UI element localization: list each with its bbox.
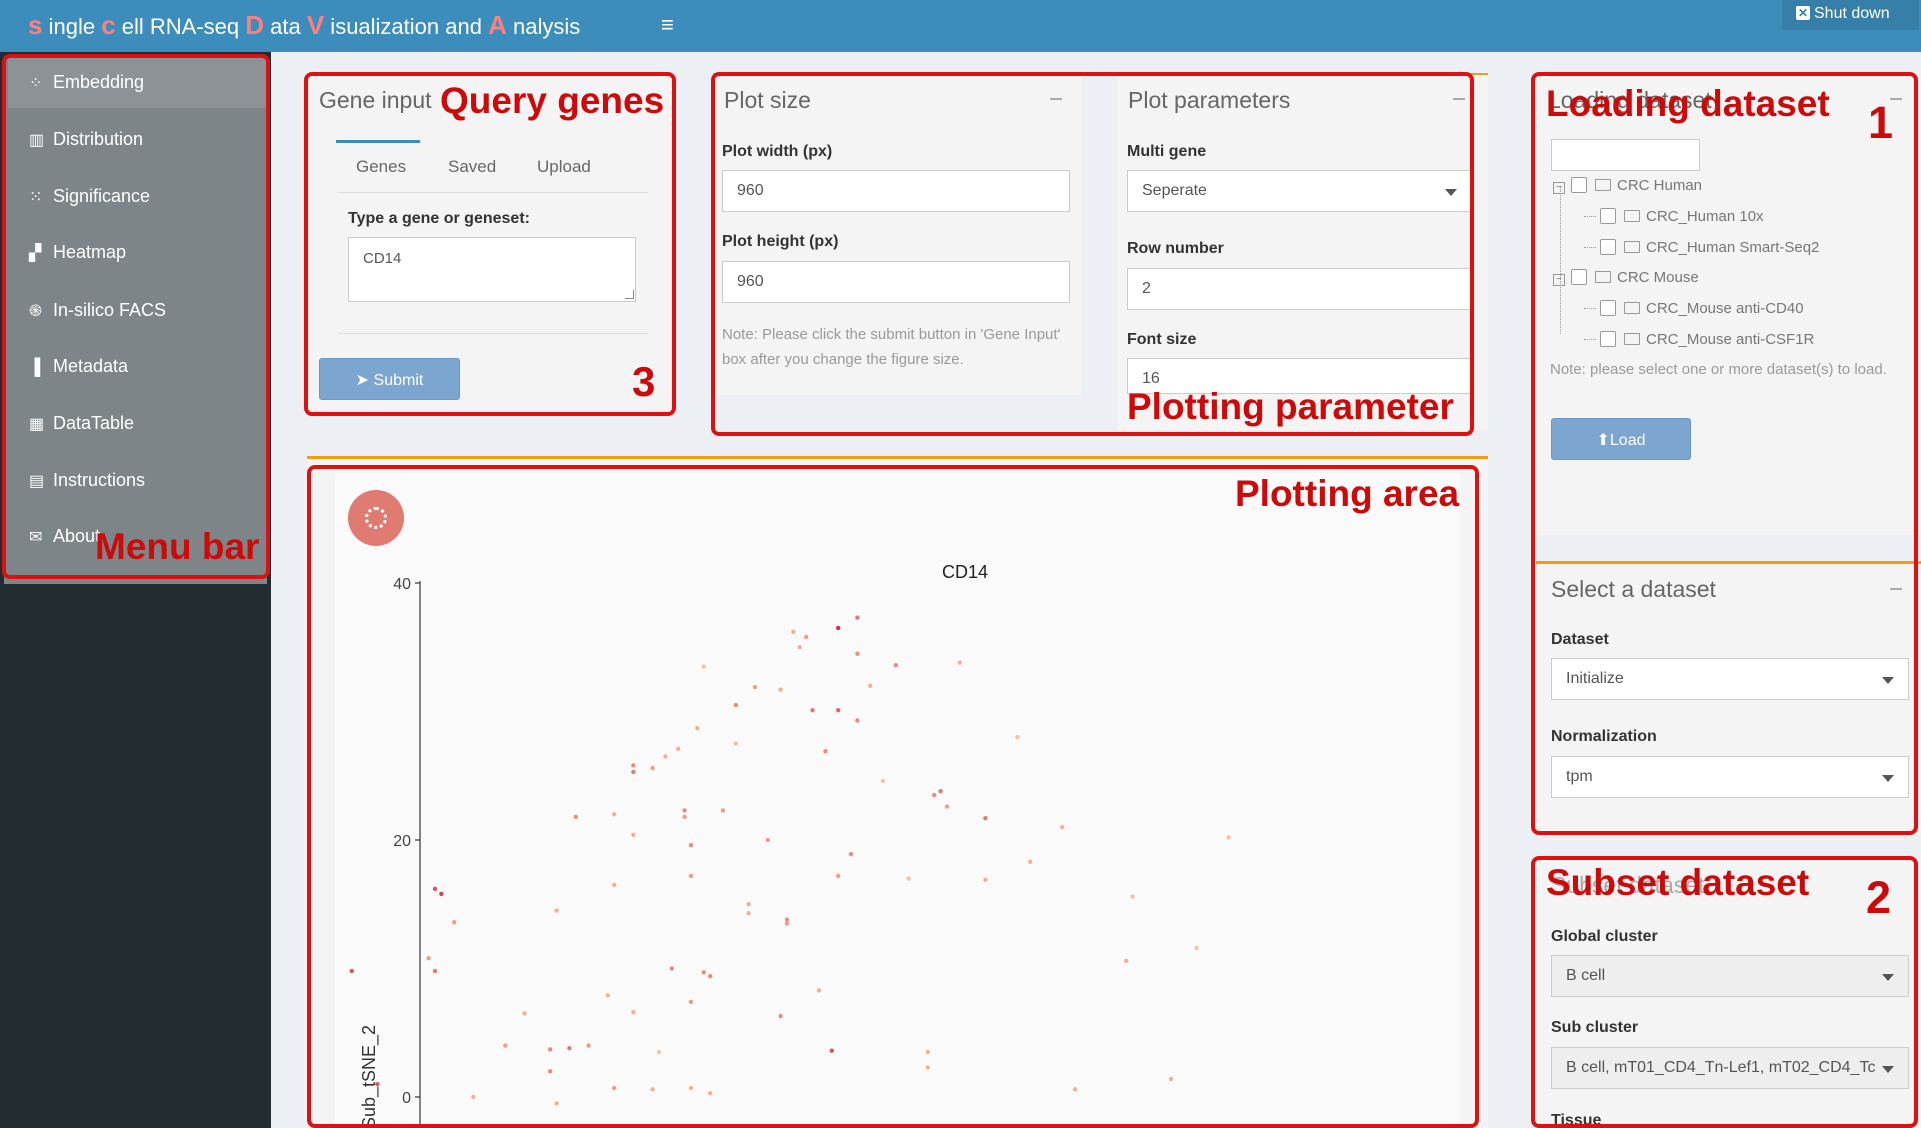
- annotation-menu-bar: Menu bar: [95, 526, 260, 567]
- sidebar-toggle-icon[interactable]: ≡: [661, 12, 674, 38]
- brand-part-3: D ata: [245, 10, 307, 40]
- annotation-plotting-parameter: Plotting parameter: [1127, 386, 1454, 427]
- brand-part-1: s ingle: [28, 10, 102, 40]
- annotation-number-1: 1: [1868, 97, 1894, 148]
- annotation-number-2: 2: [1866, 872, 1892, 923]
- brand-part-4: V isualization and: [306, 10, 489, 40]
- annotation-number-3: 3: [632, 358, 656, 405]
- annotation-box-plotting-parameter: [711, 72, 1474, 436]
- annotation-subset-dataset: Subset dataset: [1546, 862, 1810, 903]
- annotation-plotting-area: Plotting area: [1235, 473, 1460, 514]
- annotation-box-plotting-area: [307, 465, 1479, 1128]
- annotation-box-menu-bar: [2, 54, 270, 579]
- annotation-box-loading-dataset: [1531, 72, 1918, 835]
- annotation-box-query-genes: [304, 72, 676, 416]
- close-icon: ✕: [1796, 6, 1810, 20]
- top-header: s ingle c ell RNA-seq D ata V isualizati…: [0, 0, 1921, 52]
- brand-part-5: A nalysis: [488, 10, 581, 40]
- annotation-loading-dataset: Loading dataset: [1546, 83, 1830, 124]
- annotation-query-genes: Query genes: [440, 80, 665, 121]
- app-title: s ingle c ell RNA-seq D ata V isualizati…: [28, 10, 580, 41]
- brand-part-2: c ell RNA-seq: [101, 10, 246, 40]
- shutdown-button[interactable]: ✕ Shut down: [1782, 0, 1919, 30]
